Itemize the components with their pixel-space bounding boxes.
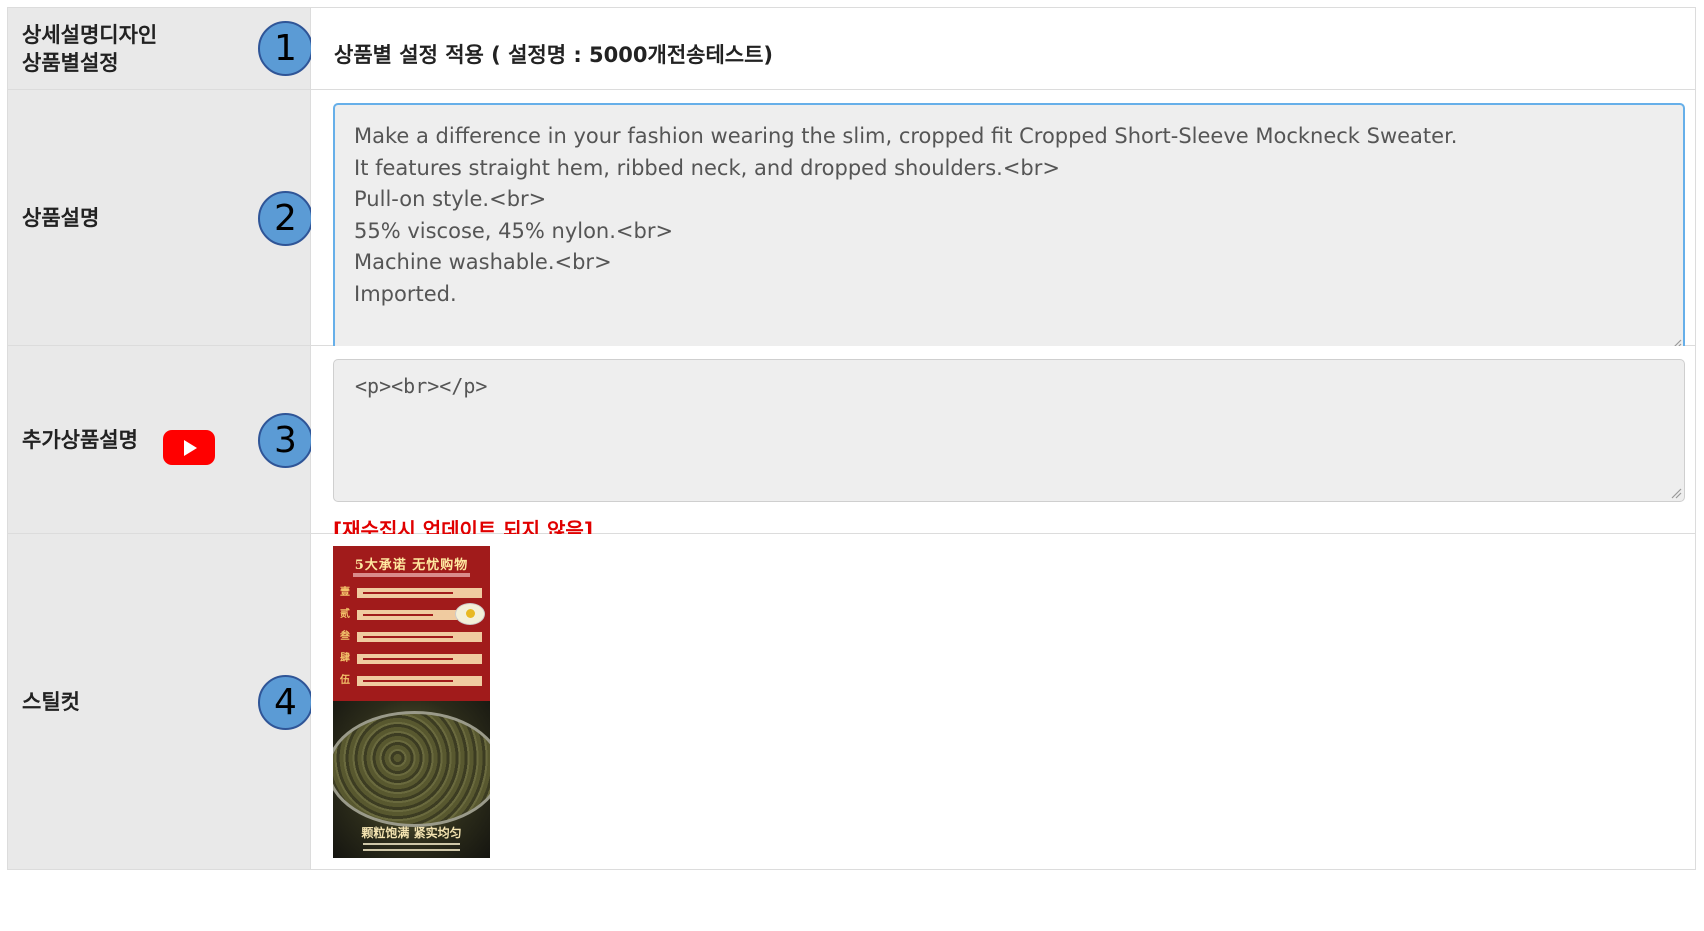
still-cut-banner: 5大承诺 无忧购物 壹 贰 叁 肆 伍 xyxy=(333,546,490,701)
resize-handle-icon[interactable] xyxy=(1670,487,1682,499)
still-cut-subline xyxy=(353,573,470,577)
label-detail-design-line2: 상품별설정 xyxy=(22,51,119,75)
step-badge-2: 2 xyxy=(258,191,313,246)
still-cut-numeral: 肆 xyxy=(340,653,350,664)
label-product-description-cell: 상품설명 2 xyxy=(7,89,313,346)
still-cut-numeral: 叁 xyxy=(340,631,350,642)
still-cut-fine-print xyxy=(363,843,460,845)
step-badge-3: 3 xyxy=(258,413,313,468)
still-cut-image[interactable]: 5大承诺 无忧购物 壹 贰 叁 肆 伍 颗粒饱满 紧实均匀 xyxy=(333,546,490,858)
label-product-description: 상품설명 xyxy=(22,206,100,230)
step-badge-4: 4 xyxy=(258,675,313,730)
step-badge-1: 1 xyxy=(258,21,313,76)
label-detail-design: 상세설명디자인 상품별설정 1 xyxy=(7,7,313,90)
product-description-textarea[interactable]: Make a difference in your fashion wearin… xyxy=(333,103,1685,353)
still-cut-fine-print xyxy=(363,849,460,851)
label-extra-description: 추가상품설명 xyxy=(22,428,138,452)
still-cut-row: 叁 xyxy=(337,630,486,644)
extra-description-textarea[interactable]: <p><br></p> xyxy=(333,359,1685,502)
still-cut-numeral: 壹 xyxy=(340,587,350,598)
tea-bowl-shape xyxy=(333,711,490,827)
still-cut-value-cell: 5大承诺 无忧购物 壹 贰 叁 肆 伍 颗粒饱满 紧实均匀 xyxy=(310,533,1696,870)
still-cut-row: 肆 xyxy=(337,652,486,666)
still-cut-title: 5大承诺 无忧购物 xyxy=(354,558,469,573)
still-cut-numeral: 伍 xyxy=(340,675,350,686)
detail-design-setting-text: 상품별 설정 적용 ( 설정명 : 5000개전송테스트) xyxy=(334,43,774,67)
detail-design-value-cell: 상품별 설정 적용 ( 설정명 : 5000개전송테스트) xyxy=(310,7,1696,90)
still-cut-numeral: 贰 xyxy=(340,609,350,620)
label-still-cut: 스틸컷 xyxy=(22,690,80,714)
tea-cup-icon xyxy=(455,603,485,625)
still-cut-caption: 颗粒饱满 紧实均匀 xyxy=(361,826,462,840)
still-cut-row: 壹 xyxy=(337,586,486,600)
extra-description-value-cell: <p><br></p> [재수집시 업데이트 되지 않음] xyxy=(310,345,1696,542)
label-still-cut-cell: 스틸컷 4 xyxy=(7,533,313,870)
label-extra-description-cell: 추가상품설명 3 xyxy=(7,345,313,534)
product-detail-form: 상세설명디자인 상품별설정 1 상품별 설정 적용 ( 설정명 : 5000개전… xyxy=(7,7,1696,870)
still-cut-row: 伍 xyxy=(337,674,486,688)
label-detail-design-line1: 상세설명디자인 xyxy=(22,23,158,47)
still-cut-tea-photo: 颗粒饱满 紧实均匀 xyxy=(333,701,490,858)
product-description-value-cell: Make a difference in your fashion wearin… xyxy=(310,89,1696,353)
youtube-icon[interactable] xyxy=(163,430,215,465)
